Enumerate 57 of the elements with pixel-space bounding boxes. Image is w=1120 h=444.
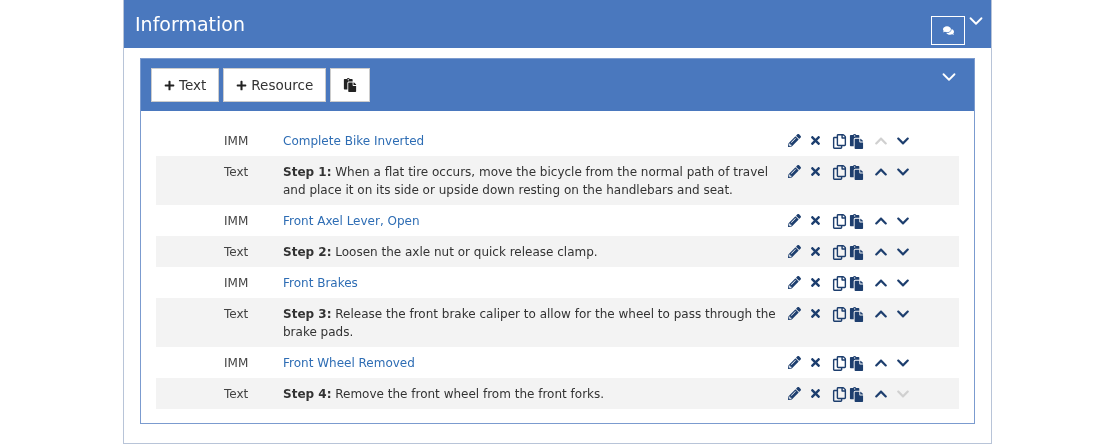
paste-button[interactable] — [330, 68, 371, 102]
paste-icon[interactable] — [849, 356, 864, 371]
resource-link[interactable]: Front Axel Lever, Open — [283, 212, 788, 230]
delete-icon[interactable] — [809, 214, 822, 227]
delete-icon[interactable] — [809, 134, 822, 147]
resource-link[interactable]: Front Brakes — [283, 274, 788, 292]
step-text: Step 3: Release the front brake caliper to allow for the wheel to pass through the brake pads. — [283, 306, 777, 341]
step-text: Step 1: When a flat tire occurs, move the bicycle from the normal path of travel and place it on its side or upside down resting on the handlebars and seat. — [283, 164, 769, 199]
edit-icon[interactable] — [788, 214, 801, 227]
paste-icon[interactable] — [849, 134, 864, 149]
edit-icon[interactable] — [788, 276, 801, 289]
paste-icon[interactable] — [849, 387, 864, 402]
copy-icon[interactable] — [832, 134, 847, 149]
edit-icon[interactable] — [788, 387, 801, 400]
copy-icon[interactable] — [832, 356, 847, 371]
edit-icon[interactable] — [788, 165, 801, 178]
plus-icon — [164, 79, 175, 91]
paste-icon[interactable] — [849, 307, 864, 322]
comments-button[interactable] — [931, 15, 965, 45]
type-cell-text: Text — [223, 244, 250, 261]
add-button[interactable]: Resource — [223, 68, 327, 102]
copy-icon[interactable] — [832, 276, 847, 291]
type-cell-text: IMM — [223, 355, 250, 372]
type-cell-text: Text — [223, 164, 250, 181]
paste-icon — [343, 78, 358, 92]
comments-icon — [942, 24, 954, 36]
edit-icon[interactable] — [788, 134, 801, 147]
type-cell-text: IMM — [223, 133, 250, 150]
paste-icon[interactable] — [849, 214, 864, 229]
step-text: Step 2: Loosen the axle nut or quick release clamp. — [283, 244, 599, 261]
delete-icon[interactable] — [809, 307, 822, 320]
delete-icon[interactable] — [809, 165, 822, 178]
delete-icon[interactable] — [809, 245, 822, 258]
edit-icon[interactable] — [788, 245, 801, 258]
delete-icon[interactable] — [809, 356, 822, 369]
plus-icon — [236, 79, 248, 91]
copy-icon[interactable] — [832, 307, 847, 322]
copy-icon[interactable] — [832, 165, 847, 180]
add-button[interactable]: Text — [151, 68, 220, 102]
delete-icon[interactable] — [809, 387, 822, 400]
step-text: Step 4: Remove the front wheel from the front forks. — [283, 386, 606, 403]
copy-icon[interactable] — [832, 245, 847, 260]
edit-icon[interactable] — [788, 307, 801, 320]
edit-icon[interactable] — [788, 356, 801, 369]
type-cell-text: IMM — [223, 213, 250, 230]
type-cell-text: Text — [223, 386, 250, 403]
copy-icon[interactable] — [832, 387, 847, 402]
resource-link[interactable]: Complete Bike Inverted — [283, 132, 788, 150]
paste-icon[interactable] — [849, 245, 864, 260]
delete-icon[interactable] — [809, 276, 822, 289]
copy-icon[interactable] — [832, 214, 847, 229]
panel-title: Information — [135, 13, 246, 35]
resource-link[interactable]: Front Wheel Removed — [283, 354, 788, 372]
type-cell-text: IMM — [223, 275, 250, 292]
paste-icon[interactable] — [849, 165, 864, 180]
paste-icon[interactable] — [849, 276, 864, 291]
type-cell-text: Text — [223, 306, 250, 323]
